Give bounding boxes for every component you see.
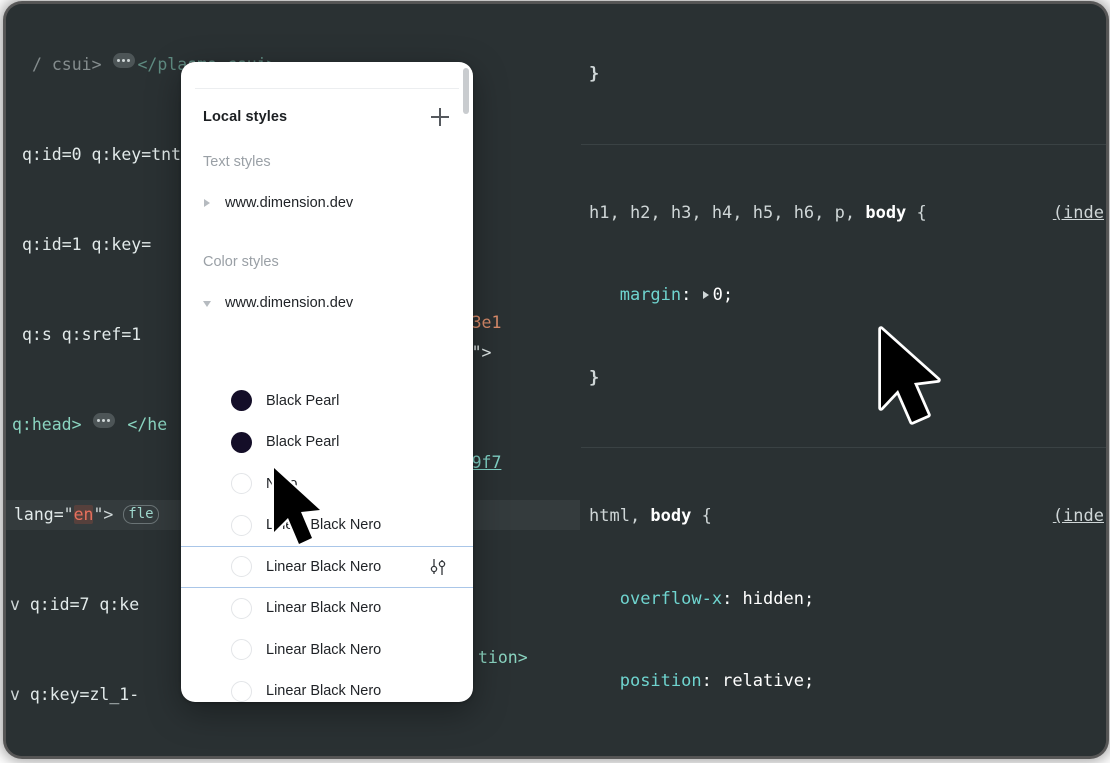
list-item[interactable]: Nero <box>181 463 473 505</box>
css-rule[interactable]: } <box>581 4 1106 144</box>
css-declaration[interactable]: margin: 0; <box>589 282 1098 310</box>
flex-badge[interactable]: fle <box>123 505 159 524</box>
css-rule[interactable]: html, body {(inde overflow-x: hidden; po… <box>581 447 1106 756</box>
chevron-right-icon[interactable] <box>201 196 215 210</box>
list-item-label: Linear Black Nero <box>266 600 382 617</box>
list-item-label: Linear Black Nero <box>266 558 382 575</box>
ellipsis-icon[interactable] <box>113 53 136 68</box>
css-declaration[interactable]: position: relative; <box>589 668 1098 696</box>
local-styles-panel[interactable]: Local styles Text styles www.dimension.d… <box>181 62 473 702</box>
chevron-down-icon[interactable] <box>201 296 215 310</box>
list-item-selected[interactable]: Linear Black Nero <box>181 546 473 588</box>
sliders-adjust-icon[interactable] <box>429 558 449 576</box>
color-dot-icon <box>231 680 252 702</box>
list-item[interactable]: Black Pearl <box>181 422 473 464</box>
dom-fragment: tion> <box>478 648 528 667</box>
color-dot-icon <box>231 390 252 412</box>
list-item-label: Linear Black Nero <box>266 683 382 700</box>
css-origin-link[interactable]: (inde <box>1053 200 1104 228</box>
color-dot-icon <box>231 473 252 495</box>
css-selector[interactable]: h1, h2, h3, h4, h5, h6, p, body {(inde <box>589 200 1104 228</box>
list-item[interactable]: Linear Black Nero <box>181 629 473 671</box>
add-style-plus-icon[interactable] <box>429 106 451 128</box>
list-item[interactable]: Linear Black Nero <box>181 588 473 630</box>
css-rule[interactable]: h1, h2, h3, h4, h5, h6, p, body {(inde m… <box>581 143 1106 448</box>
ellipsis-icon[interactable] <box>93 413 116 428</box>
list-item-label: Linear Black Nero <box>266 517 382 534</box>
css-selector[interactable]: html, body {(inde <box>589 503 1104 531</box>
list-item[interactable]: Linear Black Nero <box>181 505 473 547</box>
list-item-label: Black Pearl <box>266 392 340 409</box>
group-row-color-styles[interactable]: www.dimension.dev <box>181 288 473 318</box>
screenshot-root: / csui> </plasmo-csui> q:id=0 q:key=tntn… <box>0 0 1110 763</box>
panel-divider <box>195 88 459 89</box>
page-title: Local styles <box>203 109 288 125</box>
group-row-text-styles[interactable]: www.dimension.dev <box>181 188 473 218</box>
group-name: www.dimension.dev <box>225 295 354 311</box>
color-dot-icon <box>231 514 252 536</box>
color-dot-icon <box>231 597 252 619</box>
expand-triangle-icon[interactable] <box>702 291 709 299</box>
browser-devtools-window: / csui> </plasmo-csui> q:id=0 q:key=tntn… <box>6 4 1106 756</box>
list-item[interactable]: Black Pearl <box>181 380 473 422</box>
color-dot-icon <box>231 639 252 661</box>
color-dot-icon <box>231 431 252 453</box>
list-item-label: Black Pearl <box>266 434 340 451</box>
css-origin-link[interactable]: (inde <box>1053 503 1104 531</box>
css-brace: } <box>589 367 600 388</box>
panel-header: Local styles <box>181 100 473 134</box>
color-styles-list[interactable]: Black Pearl Black Pearl Nero Linear Blac… <box>181 380 473 702</box>
list-item-label: Linear Black Nero <box>266 641 382 658</box>
group-name: www.dimension.dev <box>225 195 354 211</box>
color-dot-icon <box>231 556 252 578</box>
css-brace: } <box>589 64 600 84</box>
list-item-label: Nero <box>266 475 298 492</box>
section-label-color-styles: Color styles <box>203 254 279 270</box>
css-styles-pane[interactable]: } h1, h2, h3, h4, h5, h6, p, body {(inde… <box>580 4 1106 756</box>
list-item[interactable]: Linear Black Nero <box>181 671 473 703</box>
css-brace: } <box>589 751 1098 757</box>
section-label-text-styles: Text styles <box>203 154 271 170</box>
css-declaration[interactable]: overflow-x: hidden; <box>589 586 1098 614</box>
